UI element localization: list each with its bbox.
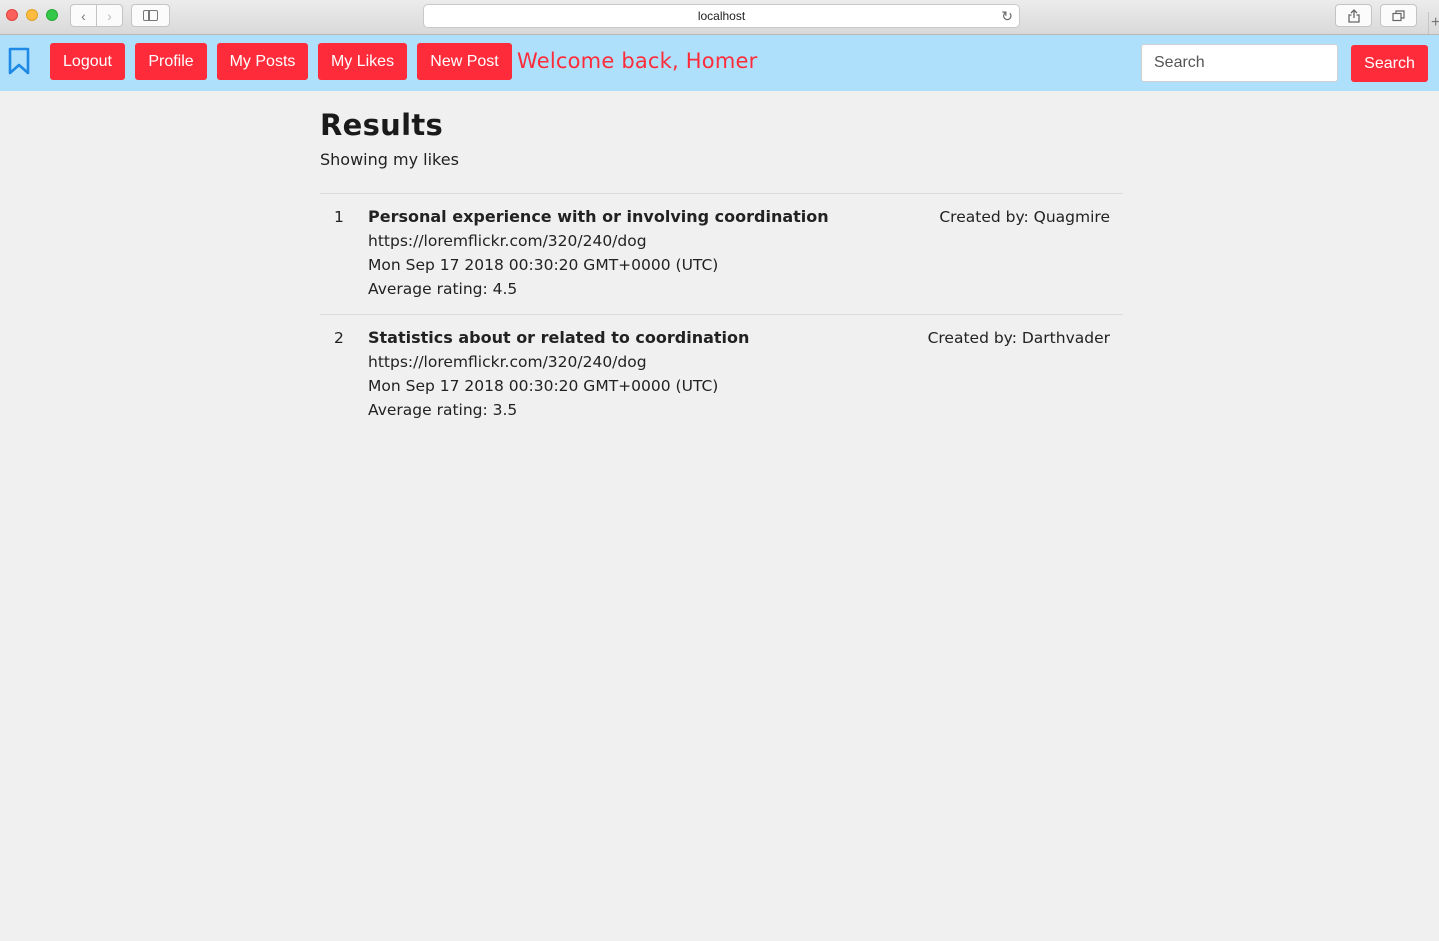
bookmark-icon[interactable] bbox=[8, 47, 30, 75]
result-index: 2 bbox=[334, 329, 344, 347]
sidebar-icon bbox=[143, 10, 158, 21]
result-index: 1 bbox=[334, 208, 344, 226]
logout-button[interactable]: Logout bbox=[50, 43, 125, 80]
result-body: Personal experience with or involving co… bbox=[368, 205, 829, 301]
browser-toolbar: ‹ › localhost ↻ + bbox=[0, 0, 1439, 35]
result-author: Created by: Quagmire bbox=[939, 208, 1110, 226]
results-subtitle: Showing my likes bbox=[320, 150, 459, 169]
app-navbar: Logout Profile My Posts My Likes New Pos… bbox=[0, 35, 1439, 91]
result-url: https://loremflickr.com/320/240/dog bbox=[368, 353, 647, 371]
address-bar[interactable]: localhost ↻ bbox=[423, 4, 1020, 28]
result-rating: Average rating: 4.5 bbox=[368, 280, 518, 298]
my-posts-button[interactable]: My Posts bbox=[217, 43, 308, 80]
my-likes-button[interactable]: My Likes bbox=[318, 43, 407, 80]
welcome-message: Welcome back, Homer bbox=[517, 49, 758, 73]
result-title[interactable]: Personal experience with or involving co… bbox=[368, 205, 829, 229]
close-window-button[interactable] bbox=[6, 9, 18, 21]
plus-icon[interactable]: + bbox=[1428, 12, 1439, 34]
profile-button[interactable]: Profile bbox=[135, 43, 207, 80]
chevron-left-icon[interactable]: ‹ bbox=[71, 5, 96, 26]
result-author: Created by: Darthvader bbox=[927, 329, 1110, 347]
results-list: 1 Personal experience with or involving … bbox=[320, 193, 1123, 433]
sidebar-toggle-button[interactable] bbox=[131, 4, 170, 27]
chevron-right-icon[interactable]: › bbox=[96, 5, 122, 26]
zoom-window-button[interactable] bbox=[46, 9, 58, 21]
result-rating: Average rating: 3.5 bbox=[368, 401, 518, 419]
result-url: https://loremflickr.com/320/240/dog bbox=[368, 232, 647, 250]
tabs-overview-icon bbox=[1392, 9, 1405, 21]
address-url: localhost bbox=[697, 9, 746, 23]
share-button[interactable] bbox=[1335, 4, 1372, 27]
results-section: Results Showing my likes bbox=[320, 108, 1123, 169]
result-body: Statistics about or related to coordinat… bbox=[368, 326, 749, 422]
result-date: Mon Sep 17 2018 00:30:20 GMT+0000 (UTC) bbox=[368, 256, 719, 274]
history-nav-group: ‹ › bbox=[70, 4, 123, 27]
list-item[interactable]: 1 Personal experience with or involving … bbox=[320, 193, 1123, 314]
share-icon bbox=[1347, 8, 1360, 23]
list-item[interactable]: 2 Statistics about or related to coordin… bbox=[320, 314, 1123, 435]
minimize-window-button[interactable] bbox=[26, 9, 38, 21]
page-title: Results bbox=[320, 108, 444, 142]
tabs-overview-button[interactable] bbox=[1380, 4, 1417, 27]
search-input[interactable] bbox=[1141, 44, 1338, 82]
reload-icon[interactable]: ↻ bbox=[1001, 8, 1013, 24]
search-button[interactable]: Search bbox=[1351, 45, 1428, 82]
result-title[interactable]: Statistics about or related to coordinat… bbox=[368, 326, 749, 350]
new-post-button[interactable]: New Post bbox=[417, 43, 512, 80]
result-date: Mon Sep 17 2018 00:30:20 GMT+0000 (UTC) bbox=[368, 377, 719, 395]
